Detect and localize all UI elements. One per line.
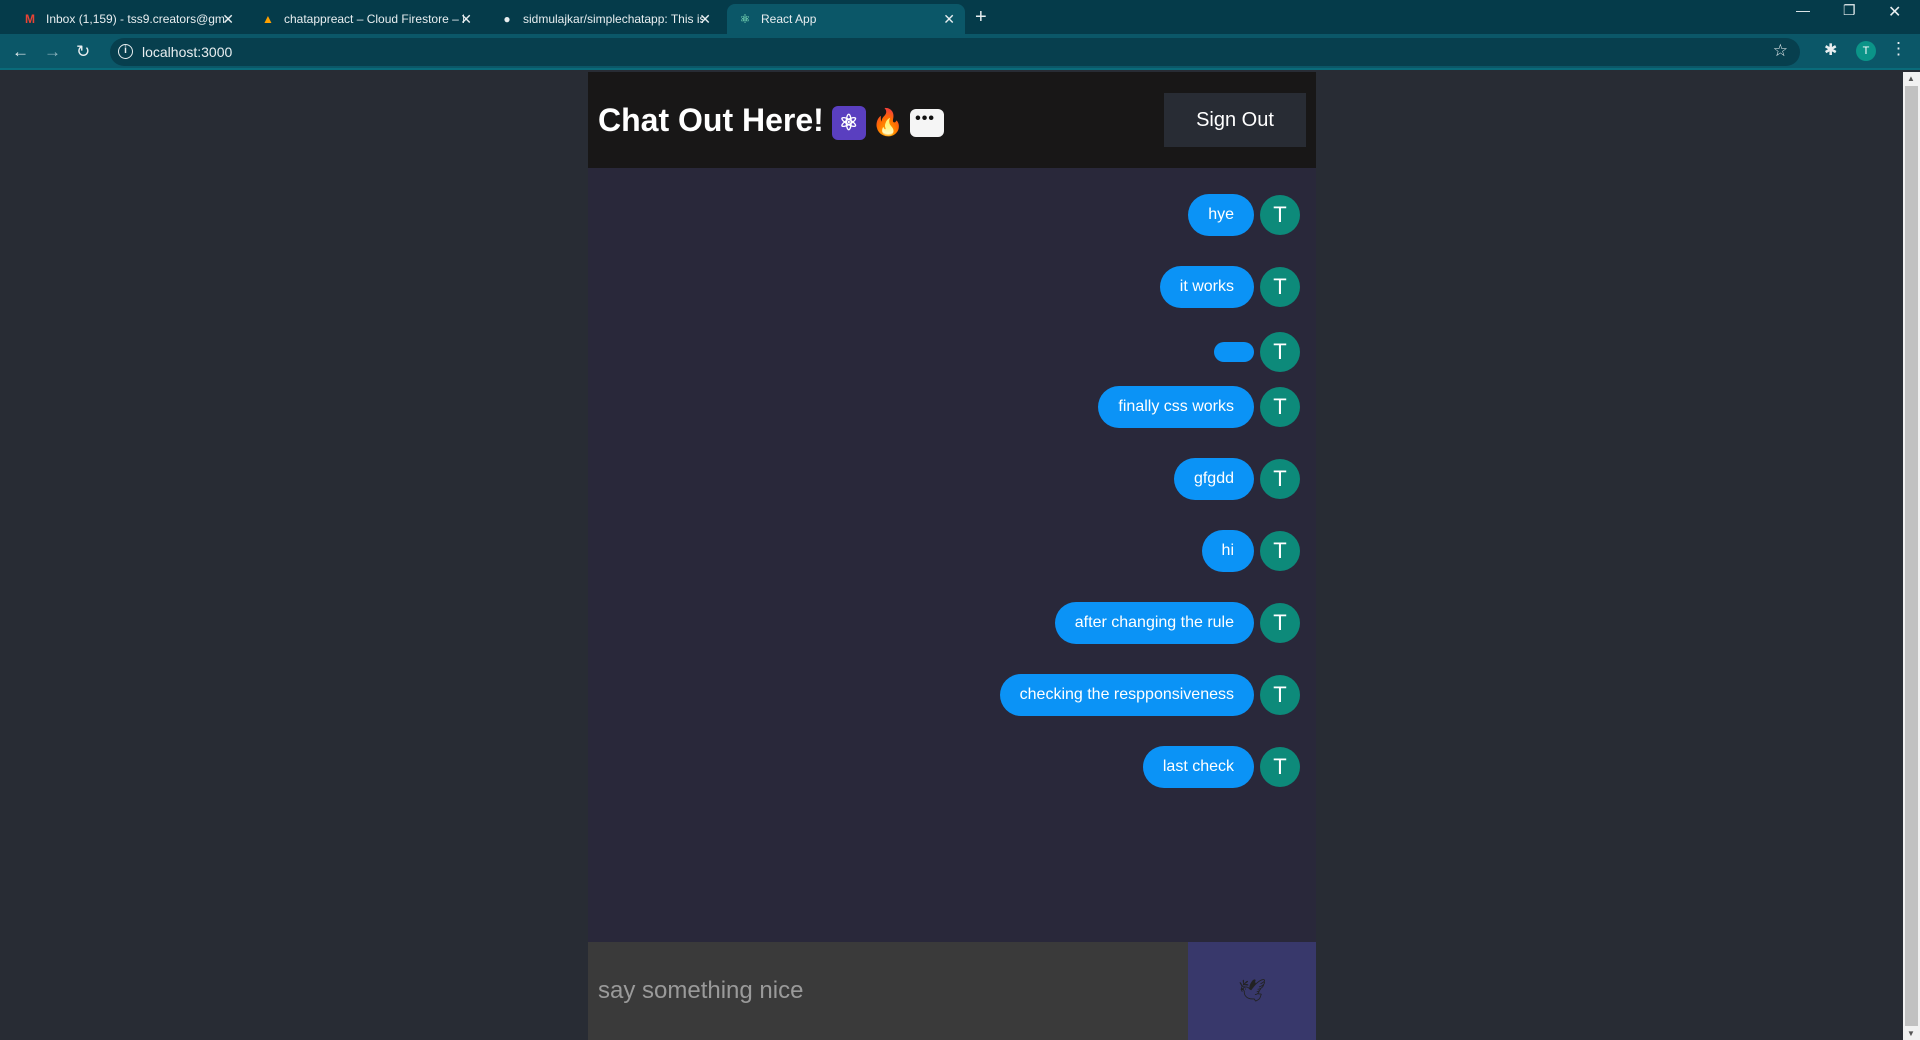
scroll-down-icon[interactable]: ▼ [1907,1029,1915,1038]
avatar: T [1260,195,1300,235]
github-icon: ● [503,12,511,26]
menu-icon[interactable]: ⋮ [1890,39,1907,59]
atom-emoji-icon: ⚛ [831,105,866,140]
message-input[interactable] [588,942,1188,1040]
chat-message: last check T [1142,746,1300,788]
restore-icon[interactable]: ❐ [1843,2,1856,19]
gmail-icon: M [25,12,35,26]
chat-message: it works T [1159,266,1300,308]
address-bar-row: ← → ↻ i localhost:3000 ☆ ✱ T ⋮ [0,34,1920,70]
new-tab-button[interactable]: + [975,6,987,29]
back-icon[interactable]: ← [12,42,29,62]
chat-app: Chat Out Here!⚛🔥 Sign Out hyeTit worksTT… [588,72,1316,1040]
dove-icon: 🕊 [1238,978,1266,1003]
sign-out-button[interactable]: Sign Out [1164,93,1306,147]
message-bubble: it works [1159,266,1254,308]
url-text[interactable]: localhost:3000 [142,44,232,60]
chat-message: checking the respponsiveness T [999,674,1300,716]
tab-title: Inbox (1,159) - tss9.creators@gmail.com [46,12,226,26]
react-icon: ⚛ [739,12,751,26]
message-bubble: gfgdd [1173,458,1254,500]
message-list: hye Tit works T Tfinally css works Tgfgdd Thi… [588,168,1316,942]
close-icon[interactable]: ✕ [699,11,711,28]
chat-message: hye T [1188,194,1300,236]
fire-emoji-icon: 🔥 [871,107,905,138]
chat-message: finally css works T [1098,386,1300,428]
profile-avatar[interactable]: T [1856,41,1876,61]
reload-icon[interactable]: ↻ [76,42,90,62]
page-viewport: Chat Out Here!⚛🔥 Sign Out hyeTit worksTT… [0,72,1920,1040]
close-icon[interactable]: ✕ [460,11,472,28]
avatar: T [1260,267,1300,307]
tab-gmail[interactable]: M Inbox (1,159) - tss9.creators@gmail.co… [12,4,244,34]
page-title: Chat Out Here! ⚛ 🔥 [598,102,945,140]
chat-message: gfgdd T [1173,458,1300,500]
avatar: T [1260,747,1300,787]
message-bubble [1214,342,1254,362]
avatar: T [1260,387,1300,427]
minimize-icon[interactable]: — [1796,2,1810,18]
avatar: T [1260,531,1300,571]
message-bubble: hi [1201,530,1254,572]
app-header: Chat Out Here!⚛🔥 Sign Out [588,72,1316,168]
chat-message: after changing the rule T [1054,602,1300,644]
avatar: T [1260,603,1300,643]
tab-title: chatappreact – Cloud Firestore – Firebas… [284,12,464,26]
message-bubble: finally css works [1098,386,1254,428]
title-text: Chat Out Here! [598,102,824,138]
speech-bubble-icon [910,108,945,137]
close-icon[interactable]: ✕ [943,11,955,28]
forward-icon[interactable]: → [44,42,61,62]
scrollbar[interactable]: ▲ ▼ [1903,72,1920,1040]
message-form: 🕊 [588,942,1316,1040]
firebase-icon: ▲ [262,12,274,26]
message-bubble: checking the respponsiveness [999,674,1254,716]
send-button[interactable]: 🕊 [1188,942,1316,1040]
scrollbar-thumb[interactable] [1905,86,1918,1026]
close-window-icon[interactable]: ✕ [1888,2,1901,22]
info-icon[interactable]: i [118,44,133,59]
tab-react-app[interactable]: ⚛ React App ✕ [727,4,965,34]
tab-title: React App [761,12,817,26]
omnibox[interactable]: i localhost:3000 ☆ [110,38,1800,66]
extensions-icon[interactable]: ✱ [1824,40,1837,60]
message-bubble: hye [1188,194,1254,236]
chat-message: hi T [1201,530,1300,572]
bookmark-star-icon[interactable]: ☆ [1773,41,1788,61]
avatar: T [1260,332,1300,372]
avatar: T [1260,675,1300,715]
tab-github[interactable]: ● sidmulajkar/simplechatapp: This is a ✕ [489,4,721,34]
chat-message: T [1214,332,1300,372]
message-bubble: after changing the rule [1054,602,1254,644]
message-bubble: last check [1142,746,1254,788]
close-icon[interactable]: ✕ [222,11,234,28]
tab-firebase[interactable]: ▲ chatappreact – Cloud Firestore – Fireb… [250,4,482,34]
avatar: T [1260,459,1300,499]
tab-title: sidmulajkar/simplechatapp: This is a [523,12,703,26]
scroll-up-icon[interactable]: ▲ [1907,74,1915,83]
browser-tab-bar: M Inbox (1,159) - tss9.creators@gmail.co… [0,0,1920,34]
